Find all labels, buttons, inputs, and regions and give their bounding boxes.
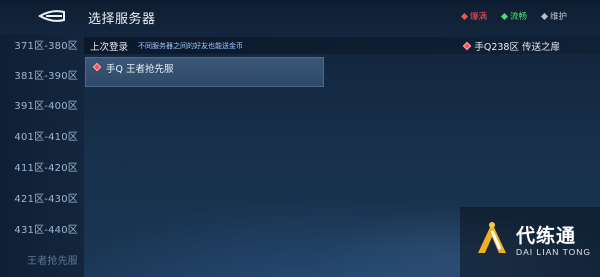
page-title: 选择服务器 — [88, 12, 156, 27]
last-login-bar: 上次登录 不同服务器之间的好友也能送金币 手Q238区 传送之扉 — [84, 37, 600, 54]
smooth-status-icon — [500, 12, 509, 20]
sidebar-item-411-420[interactable]: 411区-420区 — [0, 159, 84, 179]
legend-smooth: 流畅 — [500, 10, 528, 22]
legend-busy-label: 爆满 — [470, 12, 488, 22]
legend-busy: 爆满 — [460, 10, 488, 22]
busy-status-icon — [463, 41, 472, 51]
legend-smooth-label: 流畅 — [510, 12, 528, 22]
top-bar: 选择服务器 爆满 流畅 维护 — [0, 0, 600, 34]
sidebar-item-431-440[interactable]: 431区-440区 — [0, 221, 84, 241]
last-login-server[interactable]: 手Q238区 传送之扉 — [463, 39, 560, 53]
server-range-sidebar: 371区-380区 381区-390区 391区-400区 401区-410区 … — [0, 34, 84, 277]
watermark: 代练通 DAI LIAN TONG — [460, 207, 600, 277]
dailiantong-logo-icon — [478, 222, 506, 253]
watermark-title: 代练通 — [516, 225, 577, 247]
legend-maintenance-label: 维护 — [550, 12, 568, 22]
sidebar-item-401-410[interactable]: 401区-410区 — [0, 128, 84, 148]
server-card[interactable]: 手Q 王者抢先服 — [85, 57, 324, 87]
last-login-server-name: 手Q238区 传送之扉 — [474, 42, 560, 53]
back-arrow-icon — [38, 10, 65, 22]
sidebar-item-381-390[interactable]: 381区-390区 — [0, 67, 84, 87]
friend-gold-note: 不同服务器之间的好友也能送金币 — [138, 42, 243, 50]
back-button[interactable] — [36, 8, 68, 24]
server-name: 手Q 王者抢先服 — [106, 64, 174, 75]
sidebar-item-early-access[interactable]: 王者抢先服 — [0, 252, 84, 272]
sidebar-item-391-400[interactable]: 391区-400区 — [0, 97, 84, 117]
sidebar-item-421-430[interactable]: 421区-430区 — [0, 190, 84, 210]
watermark-subtitle: DAI LIAN TONG — [516, 247, 592, 257]
legend-maintenance: 维护 — [540, 10, 568, 22]
maintenance-status-icon — [540, 12, 549, 20]
busy-status-icon — [460, 12, 469, 20]
last-login-label: 上次登录 — [90, 42, 129, 53]
sidebar-item-371-380[interactable]: 371区-380区 — [0, 37, 84, 57]
busy-status-icon — [92, 62, 102, 72]
